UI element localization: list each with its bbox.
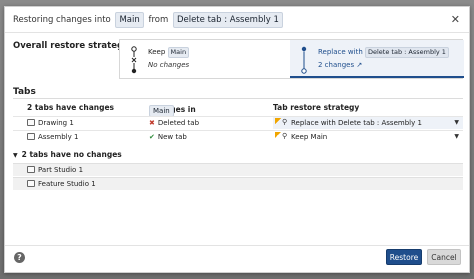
tab-change: ✔ New tab: [149, 133, 187, 141]
tab-name: Assembly 1: [27, 133, 78, 141]
branch-pin-icon: ⚲: [282, 118, 288, 126]
tab-strategy-value: Replace with Delete tab : Assembly 1: [291, 119, 422, 127]
keep-sub: No changes: [148, 61, 190, 69]
table-row: Assembly 1 ✔ New tab ⚲ Keep Main ▼: [13, 130, 463, 143]
tab-name: Drawing 1: [27, 119, 74, 127]
replace-changes-link[interactable]: 2 changes: [318, 61, 354, 69]
caret-down-icon: ▼: [454, 133, 459, 140]
tab-strategy-select[interactable]: ⚲ Keep Main ▼: [273, 131, 463, 143]
keep-chip: Main: [167, 47, 190, 58]
deleted-x-icon: ✖: [149, 119, 155, 127]
tabs-table-header: 2 tabs have changes Changes in Main Tab …: [13, 101, 463, 117]
external-arrow-icon: ↗: [356, 61, 363, 69]
tab-name-text: Drawing 1: [38, 119, 74, 127]
keep-label: Keep Main: [148, 47, 190, 58]
replace-branch-icon: [301, 46, 307, 74]
tab-strategy-value: Keep Main: [291, 133, 328, 141]
unchanged-group-toggle[interactable]: ▼ 2 tabs have no changes: [13, 150, 122, 159]
dialog-header: Restoring changes into Main from Delete …: [5, 7, 469, 33]
tab-name-text: Feature Studio 1: [38, 180, 96, 188]
part-studio-icon: [27, 166, 35, 173]
help-icon[interactable]: ?: [14, 252, 25, 263]
header-changed: 2 tabs have changes: [27, 103, 115, 112]
changed-flag-icon: [275, 132, 281, 138]
title-target-chip: Main: [115, 11, 144, 28]
strategy-option-replace[interactable]: Replace with Delete tab : Assembly 1 2 c…: [290, 40, 464, 78]
replace-label: Replace with Delete tab : Assembly 1: [318, 47, 449, 58]
dialog-title: Restoring changes into Main from Delete …: [13, 11, 285, 28]
strategy-selector: Keep Main No changes Replace with Delete…: [119, 39, 464, 79]
tabs-divider: [13, 98, 463, 99]
replace-text: Replace with: [318, 48, 363, 56]
cancel-button[interactable]: Cancel: [427, 249, 461, 265]
tab-strategy-select[interactable]: ⚲ Replace with Delete tab : Assembly 1 ▼: [273, 117, 463, 129]
tabs-section-title: Tabs: [13, 87, 36, 97]
tab-name-text: Part Studio 1: [38, 166, 84, 174]
tab-name-text: Assembly 1: [38, 133, 79, 141]
changed-flag-icon: [275, 118, 281, 124]
keep-branch-icon: [131, 46, 137, 74]
tab-change-text: Deleted tab: [157, 119, 200, 127]
footer-divider: [5, 245, 469, 246]
title-prefix: Restoring changes into: [13, 14, 111, 25]
strategy-label: Overall restore strategy: [13, 41, 129, 51]
caret-down-icon: ▼: [454, 119, 459, 126]
tab-name: Feature Studio 1: [27, 180, 96, 188]
title-from: from: [148, 14, 169, 25]
tab-change: ✖ Deleted tab: [149, 119, 199, 127]
assembly-icon: [27, 133, 35, 140]
drawing-icon: [27, 119, 35, 126]
restore-button[interactable]: Restore: [386, 249, 422, 265]
branch-pin-icon: ⚲: [282, 132, 288, 140]
title-source-chip: Delete tab : Assembly 1: [172, 11, 283, 28]
keep-text: Keep: [148, 48, 166, 56]
strategy-option-keep[interactable]: Keep Main No changes: [120, 40, 290, 78]
triangle-down-icon: ▼: [13, 152, 18, 159]
close-icon[interactable]: ✕: [451, 13, 460, 26]
replace-sub[interactable]: 2 changes ↗: [318, 61, 362, 69]
list-item: Feature Studio 1: [13, 177, 463, 190]
replace-chip: Delete tab : Assembly 1: [365, 47, 449, 58]
feature-studio-icon: [27, 180, 35, 187]
table-row: Drawing 1 ✖ Deleted tab ⚲ Replace with De…: [13, 116, 463, 129]
header-strategy: Tab restore strategy: [273, 103, 360, 112]
unchanged-group-label: 2 tabs have no changes: [21, 150, 122, 159]
restore-dialog: Restoring changes into Main from Delete …: [4, 6, 470, 273]
new-check-icon: ✔: [149, 133, 155, 141]
tab-name: Part Studio 1: [27, 166, 83, 174]
list-item: Part Studio 1: [13, 163, 463, 176]
tab-change-text: New tab: [157, 133, 187, 141]
